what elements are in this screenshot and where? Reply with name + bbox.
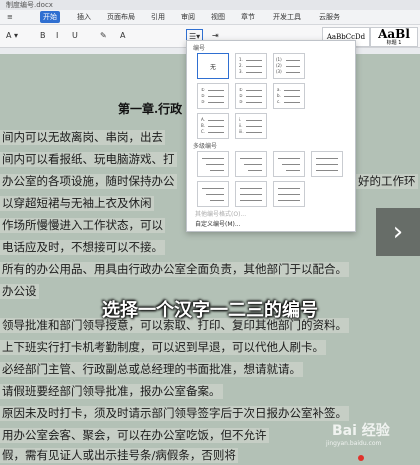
- watermark: Bai 经验: [332, 423, 390, 439]
- doc-line: 假，需有见证人或出示挂号条/病假条，否则将: [0, 448, 238, 463]
- numbering-style-lower-alpha[interactable]: a. b. c.: [273, 83, 305, 109]
- doc-line: 原因未及时打卡，须及时请示部门领导签字后于次日报办公室补签。: [0, 406, 349, 421]
- menu-item-home[interactable]: 开始: [40, 11, 60, 23]
- menu-item-view[interactable]: 视图: [208, 11, 228, 23]
- multilevel-style-2[interactable]: [235, 151, 267, 177]
- tutorial-caption: 选择一个汉字一二三的编号: [102, 300, 318, 321]
- italic-icon[interactable]: I: [56, 29, 58, 43]
- doc-line: 请假班要经部门领导批准，报办公室备案。: [0, 384, 223, 399]
- numbering-style-circled[interactable]: ① ② ③: [197, 83, 229, 109]
- menu-item-developer[interactable]: 开发工具: [270, 11, 304, 23]
- font-color-icon[interactable]: A ▾: [6, 29, 18, 43]
- section-label-numbering: 编号: [193, 45, 206, 52]
- doc-line: 以穿超短裙与无袖上衣及休闲: [0, 196, 154, 211]
- underline-icon[interactable]: U: [72, 29, 78, 43]
- numbering-none[interactable]: 无: [197, 53, 229, 79]
- menu-item-section[interactable]: 章节: [238, 11, 258, 23]
- numbering-none-label: 无: [209, 64, 216, 71]
- doc-line: 作场所慢慢进入工作状态，可以: [0, 218, 165, 233]
- title-bar: 制度编号.docx: [0, 0, 420, 10]
- doc-line-tail: 好的工作环: [356, 174, 418, 189]
- menu-item-references[interactable]: 引用: [148, 11, 168, 23]
- chapter-heading: 第一章.行政: [118, 102, 183, 116]
- next-arrow-icon[interactable]: ›: [376, 208, 420, 256]
- doc-line: 上下班实行打卡机考勤制度，可以迟到早退，可以代他人刷卡。: [0, 340, 326, 355]
- section-label-multilevel: 多级编号: [193, 143, 218, 150]
- numbering-style-roman[interactable]: i. ii. iii.: [235, 113, 267, 139]
- text-color-icon[interactable]: A: [120, 29, 125, 43]
- bold-icon[interactable]: B: [40, 29, 46, 43]
- numbering-style-digits[interactable]: 1. 2. 3.: [235, 53, 267, 79]
- style-heading-sample: AaBl: [378, 27, 410, 41]
- doc-line: 用办公室会客、聚会，可以在办公室吃饭，但不允许: [0, 428, 269, 443]
- doc-line: 所有的办公用品、用具由行政办公室全面负责，其他部门于以配合。: [0, 262, 349, 277]
- multilevel-style-1[interactable]: [197, 151, 229, 177]
- multilevel-style-chinese-2[interactable]: [235, 181, 267, 207]
- other-numbering-format: 其他编号格式(O)...: [195, 211, 247, 218]
- numbering-style-paren-digits[interactable]: (1) (2) (3): [273, 53, 305, 79]
- menu-bar: ≡ 开始 插入 页面布局 引用 审阅 视图 章节 开发工具 云服务: [0, 10, 420, 25]
- multilevel-style-4[interactable]: [197, 181, 229, 207]
- doc-line: 间内可以无故离岗、串岗，出去: [0, 130, 165, 145]
- numbering-style-circled-alt[interactable]: ① ② ③: [235, 83, 267, 109]
- multilevel-style-3[interactable]: [273, 151, 305, 177]
- menu-item-review[interactable]: 审阅: [178, 11, 198, 23]
- menu-item-cloud[interactable]: 云服务: [316, 11, 343, 23]
- doc-line: 办公室的各项设施，随时保持办公: [0, 174, 177, 189]
- custom-numbering[interactable]: 自定义编号(M)...: [195, 219, 241, 228]
- doc-line: 必经部门主管、行政副总或总经理的书面批准，想请就请。: [0, 362, 303, 377]
- menu-item-insert[interactable]: 插入: [74, 11, 94, 23]
- highlight-icon[interactable]: ✎: [100, 29, 107, 43]
- menu-icon[interactable]: ≡: [4, 11, 16, 23]
- numbering-style-upper-alpha[interactable]: A. B. C.: [197, 113, 229, 139]
- multilevel-style-chinese-1[interactable]: [311, 151, 343, 177]
- numbering-dropdown: 编号 无 1. 2. 3. (1) (2) (3) ① ② ③ ① ② ③ a.…: [186, 40, 356, 232]
- doc-line: 间内可以看报纸、玩电脑游戏、打: [0, 152, 177, 167]
- doc-line: 电话应及时，不想接可以不接。: [0, 240, 165, 255]
- multilevel-style-chinese-3[interactable]: [273, 181, 305, 207]
- menu-item-layout[interactable]: 页面布局: [104, 11, 138, 23]
- style-heading-1[interactable]: AaBl 标题 1: [370, 27, 418, 47]
- document-tab[interactable]: 制度编号.docx: [6, 0, 53, 10]
- record-dot-icon: [358, 455, 364, 461]
- watermark-url: jingyan.baidu.com: [326, 440, 382, 447]
